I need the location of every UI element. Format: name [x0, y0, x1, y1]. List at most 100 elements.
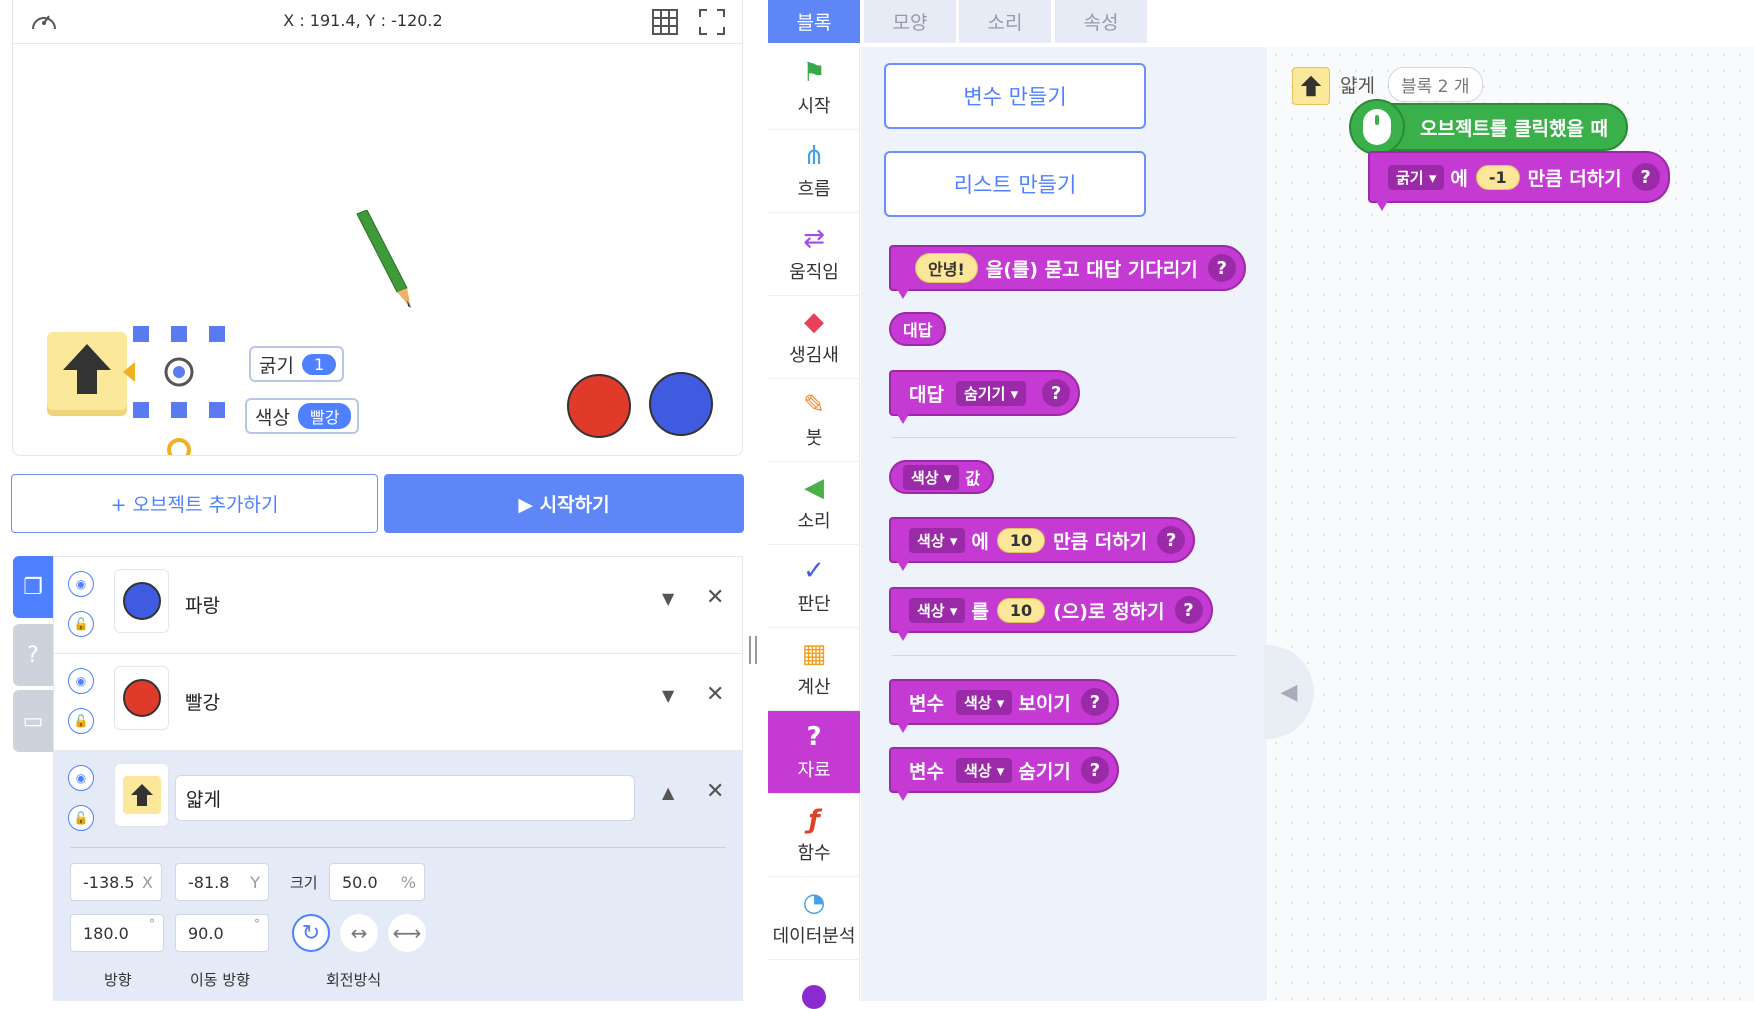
start-button[interactable]: ▶ 시작하기 [384, 474, 744, 533]
help-icon[interactable]: ? [1174, 596, 1203, 624]
answer-hide-block[interactable]: 대답 숨기기 ▾ ? [889, 370, 1081, 416]
show-variable-block[interactable]: 변수 색상 ▾ 보이기 ? [889, 679, 1119, 725]
help-icon[interactable]: ? [1042, 379, 1071, 407]
object-row[interactable]: ◉ 🔓 빨강 ▼ ✕ [54, 654, 742, 751]
amount-input[interactable]: 10 [996, 527, 1046, 553]
lock-icon[interactable]: 🔓 [68, 805, 94, 831]
category-label: 소리 [797, 511, 831, 532]
add-object-button[interactable]: + 오브젝트 추가하기 [11, 474, 378, 533]
value-input[interactable]: 10 [996, 597, 1046, 623]
tab-properties[interactable]: 속성 [1055, 0, 1147, 43]
change-variable-block[interactable]: 색상 ▾ 에 10 만큼 더하기 ? [889, 517, 1196, 563]
make-list-button[interactable]: 리스트 만들기 [884, 151, 1146, 217]
chevron-down-icon[interactable]: ▼ [662, 686, 674, 705]
category-looks[interactable]: ◆ 생김새 [768, 296, 860, 379]
grid-icon[interactable] [651, 8, 679, 36]
variable-dropdown[interactable]: 색상 ▾ [955, 757, 1013, 783]
help-icon[interactable]: ? [1080, 688, 1109, 716]
variable-dropdown[interactable]: 굵기 ▾ [1388, 164, 1445, 190]
object-tab[interactable]: ❐ [13, 556, 53, 618]
fullscreen-icon[interactable] [698, 8, 726, 36]
block-palette: 변수 만들기 리스트 만들기 안녕! 을(를) 묻고 대답 기다리기 ? 대답 … [861, 47, 1267, 1001]
object-name-field[interactable]: 빨강 [175, 678, 635, 724]
rotate-free-icon[interactable]: ↻ [292, 914, 330, 952]
dropdown-value: 색상 [963, 693, 992, 712]
category-move[interactable]: ⇄ 움직임 [768, 213, 860, 296]
object-name-field[interactable]: 얇게 [175, 775, 635, 821]
set-variable-block[interactable]: 색상 ▾ 를 10 (으)로 정하기 ? [889, 587, 1213, 633]
category-sound[interactable]: ◀ 소리 [768, 462, 860, 545]
object-name-field[interactable]: 파랑 [175, 581, 635, 627]
collapse-palette-button[interactable]: ◀ [1264, 645, 1314, 739]
tab-sounds[interactable]: 소리 [959, 0, 1051, 43]
object-row[interactable]: ◉ 🔓 파랑 ▼ ✕ [54, 557, 742, 654]
eye-icon[interactable]: ◉ [68, 668, 94, 694]
variable-name: 색상 [255, 406, 290, 429]
help-icon[interactable]: ? [1207, 254, 1236, 282]
ask-and-wait-block[interactable]: 안녕! 을(를) 묻고 대답 기다리기 ? [889, 245, 1246, 291]
variable-dropdown[interactable]: 색상 ▾ [955, 689, 1013, 715]
direction-field[interactable]: 180.0 ° [70, 914, 164, 952]
eye-icon[interactable]: ◉ [68, 571, 94, 597]
tab-shapes[interactable]: 모양 [864, 0, 956, 43]
variable-dropdown[interactable]: 색상 ▾ [909, 527, 966, 553]
y-position-field[interactable]: -81.8 Y [175, 863, 269, 901]
object-row-selected[interactable]: ◉ 🔓 얇게 ▲ ✕ -138.5 X -81.8 Y 크기 50.0% 180.0… [54, 751, 742, 1001]
change-variable-block[interactable]: 굵기 ▾ 에 -1 만큼 더하기 ? [1368, 151, 1670, 203]
answer-block[interactable]: 대답 [889, 312, 947, 346]
x-position-field[interactable]: -138.5 X [70, 863, 162, 901]
category-function[interactable]: ƒ 함수 [768, 794, 860, 877]
blue-ball-sprite[interactable] [649, 372, 713, 436]
dropdown-value: 색상 [963, 761, 992, 780]
red-ball-sprite[interactable] [567, 374, 631, 438]
move-direction-label: 이동 방향 [190, 971, 250, 989]
size-field[interactable]: 50.0% [329, 863, 425, 901]
block-text: 을(를) 묻고 대답 기다리기 [985, 258, 1198, 281]
lock-icon[interactable]: 🔓 [68, 611, 94, 637]
category-calc[interactable]: ▦ 계산 [768, 628, 860, 711]
category-label: 시작 [797, 96, 831, 117]
category-judge[interactable]: ✓ 판단 [768, 545, 860, 628]
close-icon[interactable]: ✕ [706, 779, 724, 804]
help-icon[interactable]: ? [1157, 526, 1186, 554]
make-variable-button[interactable]: 변수 만들기 [884, 63, 1146, 129]
when-object-clicked-block[interactable]: 오브젝트를 클릭했을 때 [1349, 99, 1629, 155]
variable-monitor-thickness[interactable]: 굵기 1 [249, 346, 345, 382]
help-icon[interactable]: ? [1631, 163, 1660, 191]
block-text: 에 [1450, 167, 1468, 190]
hide-variable-block[interactable]: 변수 색상 ▾ 숨기기 ? [889, 747, 1119, 793]
eye-icon[interactable]: ◉ [68, 765, 94, 791]
variable-monitor-color[interactable]: 색상 빨강 [245, 398, 360, 434]
tab-blocks[interactable]: 블록 [768, 0, 860, 43]
variable-dropdown[interactable]: 색상 ▾ [909, 597, 966, 623]
variable-value-block[interactable]: 색상 ▾ 값 [889, 460, 995, 494]
rotate-none-icon[interactable]: ⟷ [388, 914, 426, 952]
object-thumbnail [114, 763, 169, 827]
category-data-analysis[interactable]: ◔ 데이터분석 [768, 877, 860, 960]
category-start[interactable]: ⚑ 시작 [768, 47, 860, 130]
move-direction-field[interactable]: 90.0 ° [175, 914, 269, 952]
script-workspace[interactable]: 얇게 블록 2 개 오브젝트를 클릭했을 때 굵기 ▾ 에 -1 만큼 더하기 … [1264, 47, 1754, 1001]
rotate-horizontal-icon[interactable]: ↔ [340, 914, 378, 952]
more-category-icon[interactable] [802, 985, 826, 1009]
console-tab[interactable]: ▭ [13, 690, 53, 752]
chevron-down-icon[interactable]: ▼ [662, 589, 674, 608]
lock-icon[interactable]: 🔓 [68, 708, 94, 734]
selection-handles[interactable] [113, 318, 233, 456]
category-brush[interactable]: ✎ 붓 [768, 379, 860, 462]
amount-input[interactable]: -1 [1475, 164, 1520, 190]
help-icon[interactable]: ? [1080, 756, 1109, 784]
ask-text-input[interactable]: 안녕! [915, 253, 978, 283]
speed-gauge-icon[interactable] [29, 7, 59, 35]
close-icon[interactable]: ✕ [706, 585, 724, 610]
variable-dropdown[interactable]: 색상 ▾ [903, 464, 960, 490]
category-flow[interactable]: ⋔ 흐름 [768, 130, 860, 213]
category-label: 데이터분석 [772, 926, 856, 947]
help-tab[interactable]: ? [13, 624, 53, 686]
category-data[interactable]: ? 자료 [768, 711, 860, 794]
close-icon[interactable]: ✕ [706, 682, 724, 707]
chevron-up-icon[interactable]: ▲ [662, 783, 674, 802]
y-value: -81.8 [188, 872, 230, 892]
panel-splitter[interactable] [749, 636, 757, 664]
answer-visibility-dropdown[interactable]: 숨기기 ▾ [955, 380, 1027, 406]
